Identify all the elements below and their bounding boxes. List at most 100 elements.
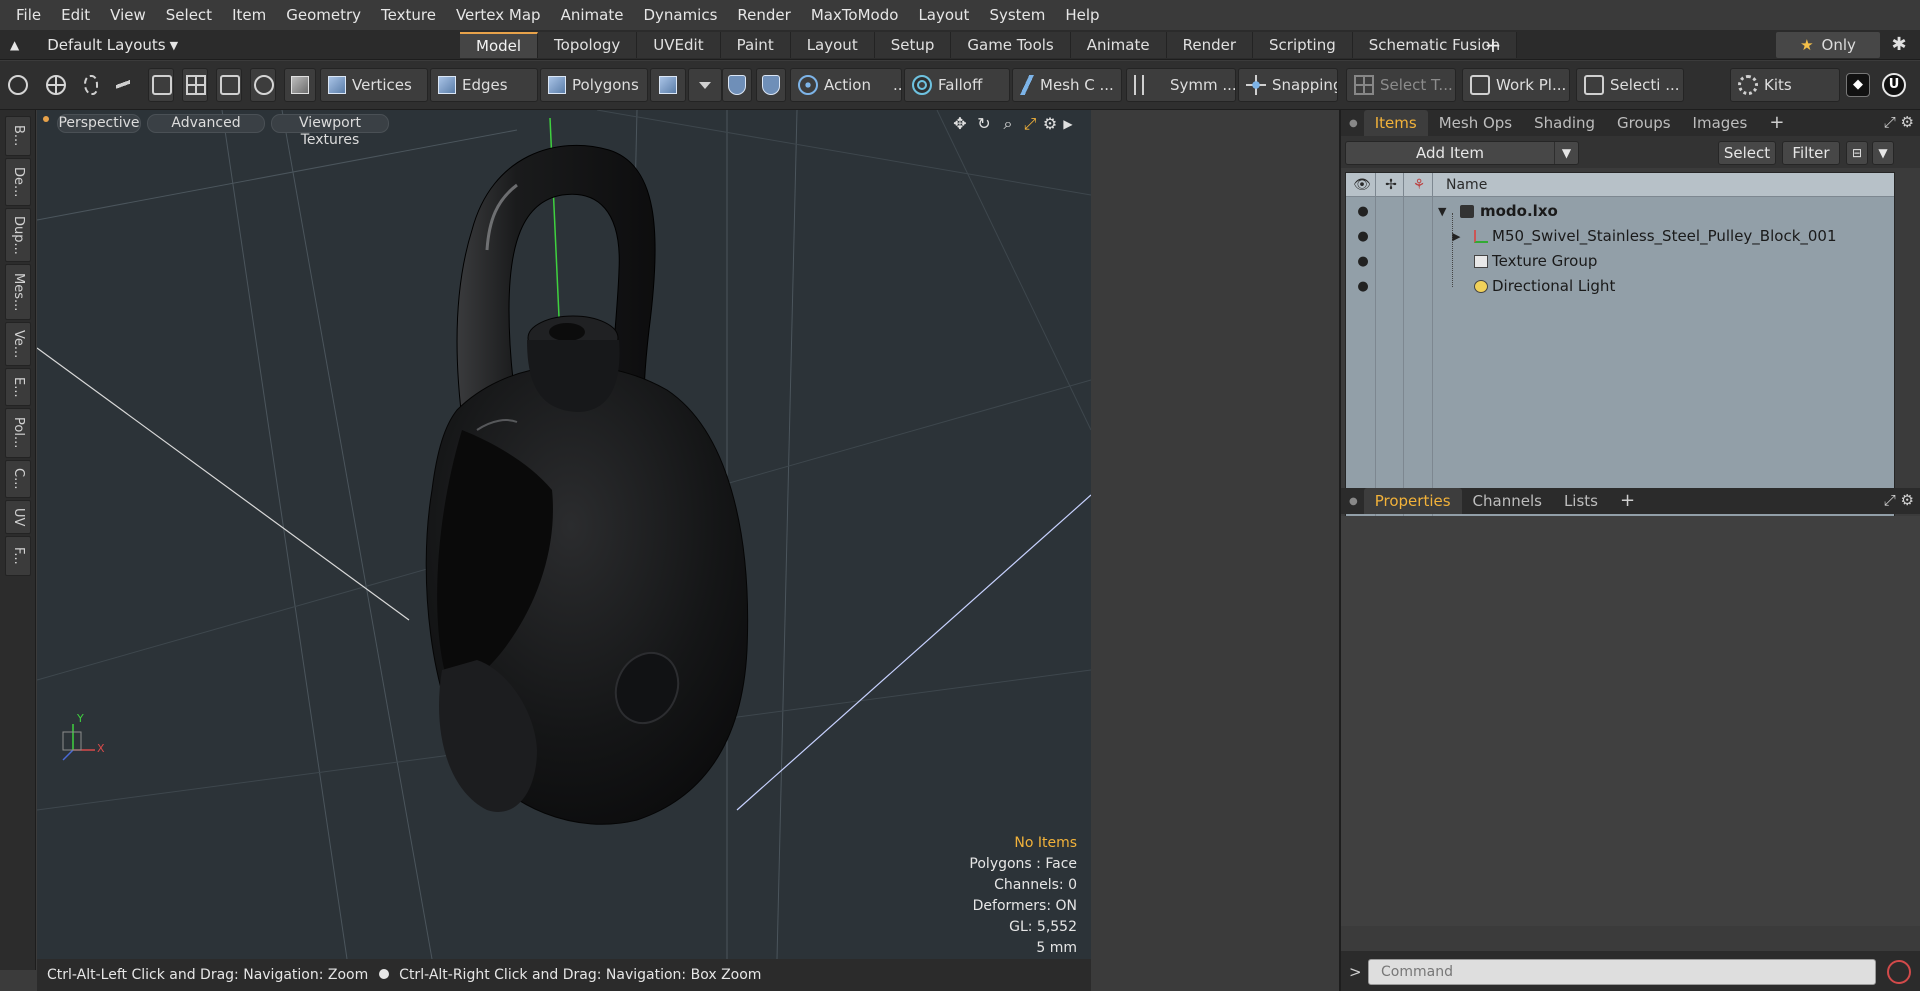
tab-paint[interactable]: Paint	[720, 32, 791, 58]
collapse-icon[interactable]: ⊟	[1846, 141, 1868, 165]
pie-button[interactable]	[250, 68, 276, 102]
tab-channels[interactable]: Channels	[1462, 488, 1553, 514]
expand-arrow-icon[interactable]: ▶	[1452, 224, 1460, 249]
tab-game-tools[interactable]: Game Tools	[951, 32, 1071, 58]
tab-model[interactable]: Model	[460, 32, 539, 58]
tab-topology[interactable]: Topology	[538, 32, 638, 58]
visibility-column-icon[interactable]: 👁	[1350, 173, 1374, 197]
strip-tab-vertex[interactable]: Ve...	[5, 322, 31, 366]
tab-layout[interactable]: Layout	[790, 32, 875, 58]
record-macro-icon[interactable]	[1887, 960, 1911, 984]
tab-animate[interactable]: Animate	[1070, 32, 1167, 58]
vertices-button[interactable]: Vertices	[320, 68, 428, 102]
merge-button[interactable]	[148, 68, 174, 102]
edges-button[interactable]: Edges	[430, 68, 538, 102]
frame-button[interactable]	[216, 68, 242, 102]
select-button[interactable]: Select	[1718, 141, 1776, 165]
tree-row-directional-light[interactable]: ● Directional Light	[1346, 274, 1894, 299]
strip-tab-uv[interactable]: UV	[5, 500, 31, 534]
strip-tab-mesh-edit[interactable]: Mes...	[5, 264, 31, 320]
add-panel-tab-icon[interactable]: +	[1758, 110, 1795, 136]
tree-row-scene[interactable]: ● ▼ modo.lxo	[1346, 199, 1894, 224]
add-item-button[interactable]: Add Item ▼	[1345, 141, 1579, 165]
strip-tab-fusion[interactable]: F...	[5, 536, 31, 576]
rotate-view-icon[interactable]: ↻	[974, 114, 994, 134]
perspective-dropdown[interactable]: Perspective	[57, 114, 141, 133]
grid-button[interactable]	[182, 68, 208, 102]
zoom-view-icon[interactable]: ⌕	[998, 114, 1018, 134]
add-panel-tab-icon[interactable]: +	[1609, 488, 1646, 514]
polygons-button[interactable]: Polygons	[540, 68, 648, 102]
menu-select[interactable]: Select	[156, 0, 222, 30]
strip-tab-deform[interactable]: De...	[5, 158, 31, 206]
filter-button[interactable]: Filter	[1782, 141, 1840, 165]
eye-icon[interactable]: ●	[1352, 199, 1374, 224]
symmetry-shield-button[interactable]	[722, 68, 752, 102]
viewport-textures-dropdown[interactable]: Viewport Textures	[271, 114, 389, 148]
tab-properties[interactable]: Properties	[1363, 488, 1462, 514]
menu-system[interactable]: System	[979, 0, 1055, 30]
menu-geometry[interactable]: Geometry	[276, 0, 371, 30]
render-column-icon[interactable]: ⚘	[1406, 173, 1432, 197]
mode-dropdown[interactable]	[688, 68, 722, 102]
viewport-gear-icon[interactable]: ⚙	[1040, 114, 1060, 134]
add-item-dropdown-icon[interactable]: ▼	[1554, 142, 1578, 164]
menu-file[interactable]: File	[6, 0, 51, 30]
tree-row-mesh[interactable]: ● ▶ M50_Swivel_Stainless_Steel_Pulley_Bl…	[1346, 224, 1894, 249]
strip-tab-basic[interactable]: B...	[5, 116, 31, 156]
unreal-button[interactable]: U	[1880, 68, 1910, 102]
maximize-view-icon[interactable]: ⤢	[1020, 114, 1040, 134]
name-column-header[interactable]: Name	[1446, 173, 1487, 197]
gear-icon[interactable]: ✱	[1886, 32, 1912, 58]
strip-tab-edge[interactable]: E...	[5, 368, 31, 406]
panel-expand-gear-icon[interactable]: ⤢ ⚙	[1884, 491, 1914, 509]
move-view-icon[interactable]: ✥	[950, 114, 970, 134]
falloff-button[interactable]: Falloff	[904, 68, 1010, 102]
menu-layout[interactable]: Layout	[908, 0, 979, 30]
tree-row-texture-group[interactable]: ● Texture Group	[1346, 249, 1894, 274]
tab-lists[interactable]: Lists	[1553, 488, 1609, 514]
tab-setup[interactable]: Setup	[874, 32, 952, 58]
lock-column-icon[interactable]: ✢	[1378, 173, 1404, 197]
tab-shading[interactable]: Shading	[1523, 110, 1606, 136]
menu-edit[interactable]: Edit	[51, 0, 100, 30]
tab-images[interactable]: Images	[1682, 110, 1759, 136]
strip-tab-duplicate[interactable]: Dup...	[5, 208, 31, 262]
viewport-play-icon[interactable]: ▶	[1058, 114, 1078, 134]
symmetry-button[interactable]: Symm ...	[1126, 68, 1236, 102]
menu-dynamics[interactable]: Dynamics	[633, 0, 727, 30]
tab-groups[interactable]: Groups	[1606, 110, 1681, 136]
tab-uvedit[interactable]: UVEdit	[637, 32, 721, 58]
tab-render[interactable]: Render	[1166, 32, 1254, 58]
menu-help[interactable]: Help	[1055, 0, 1109, 30]
funnel-icon[interactable]: ▼	[1872, 141, 1894, 165]
menu-animate[interactable]: Animate	[551, 0, 634, 30]
expand-up-icon[interactable]: ▲	[10, 38, 19, 52]
eye-icon[interactable]: ●	[1352, 224, 1374, 249]
pulley-block-model[interactable]	[425, 144, 749, 825]
menu-view[interactable]: View	[100, 0, 156, 30]
eye-icon[interactable]: ●	[1352, 249, 1374, 274]
viewport-scene[interactable]	[37, 110, 1091, 959]
menu-maxtomodo[interactable]: MaxToModo	[801, 0, 909, 30]
pen-button[interactable]	[112, 68, 136, 102]
selection-sets-button[interactable]: Selecti ...	[1576, 68, 1684, 102]
layout-selector[interactable]: ▲ Default Layouts ▼	[10, 30, 178, 60]
material-mode-button[interactable]	[650, 68, 686, 102]
menu-render[interactable]: Render	[727, 0, 800, 30]
shading-advanced-dropdown[interactable]: Advanced	[147, 114, 265, 133]
strip-tab-curve[interactable]: C...	[5, 460, 31, 498]
eye-icon[interactable]: ●	[1352, 274, 1374, 299]
lasso-button[interactable]	[80, 68, 104, 102]
menu-texture[interactable]: Texture	[371, 0, 446, 30]
action-center-button[interactable]: Action...	[790, 68, 902, 102]
only-toggle[interactable]: ★ Only	[1776, 32, 1880, 58]
select-through-button[interactable]: Select T...	[1346, 68, 1456, 102]
circle-select-button[interactable]	[6, 68, 30, 102]
mesh-constraints-button[interactable]: Mesh C ...	[1012, 68, 1122, 102]
kits-button[interactable]: Kits	[1730, 68, 1840, 102]
snapping-button[interactable]: Snapping	[1238, 68, 1338, 102]
strip-tab-polygon[interactable]: Pol...	[5, 408, 31, 458]
command-input[interactable]: Command	[1368, 959, 1876, 985]
tab-scripting[interactable]: Scripting	[1253, 32, 1353, 58]
